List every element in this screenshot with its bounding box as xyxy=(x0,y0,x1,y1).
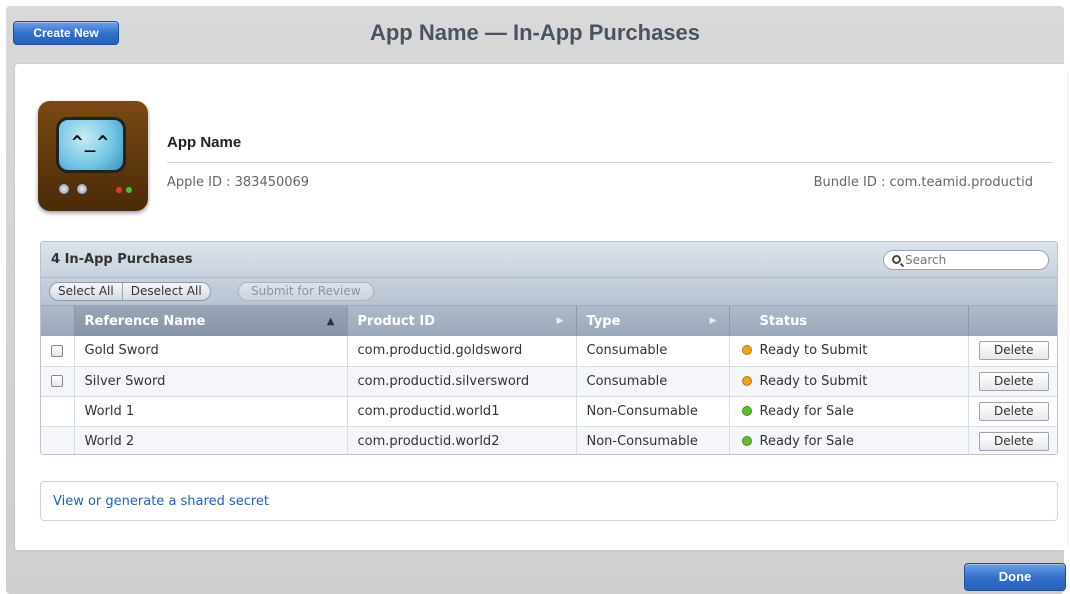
divider xyxy=(167,162,1053,163)
bundle-id: Bundle ID : com.teamid.productid xyxy=(813,175,1033,190)
app-icon-face: ^_^ xyxy=(71,132,111,153)
row-select-cell xyxy=(41,426,75,454)
table-column-headers: Reference Name ▲ Product ID ▶ Type ▶ Status xyxy=(41,306,1057,336)
action-cell: Delete xyxy=(968,396,1057,427)
type-cell: Non-Consumable xyxy=(576,396,730,427)
status-cell: Ready to Submit xyxy=(729,366,969,397)
red-led-icon xyxy=(116,187,122,193)
status-cell: Ready for Sale xyxy=(729,396,969,427)
action-cell: Delete xyxy=(968,426,1057,454)
selection-segmented-control: Select All Deselect All xyxy=(49,282,211,301)
content-panel: ^_^ App Name Apple ID : 383450069 Bundle… xyxy=(15,64,1067,550)
status-cell: Ready for Sale xyxy=(729,426,969,454)
app-name: App Name xyxy=(167,134,242,151)
done-button[interactable]: Done xyxy=(964,563,1066,591)
row-checkbox[interactable] xyxy=(51,344,64,357)
app-icon-screen: ^_^ xyxy=(56,117,126,173)
status-label: Ready for Sale xyxy=(759,403,854,419)
status-dot-icon xyxy=(741,405,752,416)
app-icon: ^_^ xyxy=(38,101,148,211)
reference-name-cell: Gold Sword xyxy=(74,336,348,367)
deselect-all-button[interactable]: Deselect All xyxy=(121,283,210,300)
status-label: Ready to Submit xyxy=(759,343,868,359)
status-cell: Ready to Submit xyxy=(729,336,969,367)
shared-secret-box: View or generate a shared secret xyxy=(40,481,1058,521)
status-label: Ready to Submit xyxy=(759,373,868,389)
window-frame: Create New App Name — In-App Purchases ^… xyxy=(6,6,1067,594)
purchase-count: 4 In-App Purchases xyxy=(51,252,193,267)
table-header-bar: 4 In-App Purchases Search xyxy=(41,242,1057,278)
search-icon xyxy=(892,255,901,264)
column-header-select xyxy=(41,306,75,336)
delete-button[interactable]: Delete xyxy=(978,431,1049,451)
row-select-cell xyxy=(41,396,75,427)
status-label: Ready for Sale xyxy=(759,433,854,449)
reference-name-cell: World 1 xyxy=(74,396,348,427)
delete-button[interactable]: Delete xyxy=(978,401,1049,421)
sort-ascending-icon: ▲ xyxy=(326,316,335,327)
page-title: App Name — In-App Purchases xyxy=(369,20,701,45)
action-cell: Delete xyxy=(968,366,1057,397)
reference-name-cell: World 2 xyxy=(74,426,348,454)
product-id-cell: com.productid.silversword xyxy=(347,366,577,397)
status-dot-icon xyxy=(741,375,752,386)
select-all-button[interactable]: Select All xyxy=(50,283,122,300)
purchases-table: Reference Name ▲ Product ID ▶ Type ▶ Status… xyxy=(41,306,1057,454)
status-dot-icon xyxy=(741,345,752,356)
column-header-actions xyxy=(968,306,1057,336)
shared-secret-link[interactable]: View or generate a shared secret xyxy=(53,494,269,509)
action-cell: Delete xyxy=(968,336,1057,367)
delete-button[interactable]: Delete xyxy=(978,341,1049,361)
table-row[interactable]: Silver Sword com.productid.silversword Con… xyxy=(41,366,1057,397)
sort-arrow-icon: ▶ xyxy=(556,316,564,326)
product-id-cell: com.productid.goldsword xyxy=(347,336,577,367)
delete-button[interactable]: Delete xyxy=(978,371,1049,391)
apple-id: Apple ID : 383450069 xyxy=(167,175,310,190)
table-row[interactable]: World 1 com.productid.world1 Non-Consumabl… xyxy=(41,396,1057,427)
product-id-cell: com.productid.world2 xyxy=(347,426,577,454)
knob-icon xyxy=(76,183,88,195)
table-toolbar: Select All Deselect All Submit for Revie… xyxy=(41,278,1057,306)
sort-arrow-icon: ▶ xyxy=(709,316,717,326)
type-cell: Consumable xyxy=(576,366,730,397)
product-id-cell: com.productid.world1 xyxy=(347,396,577,427)
type-cell: Consumable xyxy=(576,336,730,367)
green-led-icon xyxy=(126,187,132,193)
search-input[interactable]: Search xyxy=(883,250,1049,270)
table-row[interactable]: Gold Sword com.productid.goldsword Consuma… xyxy=(41,336,1057,367)
search-placeholder: Search xyxy=(905,253,947,267)
row-select-cell xyxy=(41,366,75,397)
row-checkbox[interactable] xyxy=(51,375,64,387)
row-select-cell xyxy=(41,336,75,367)
type-cell: Non-Consumable xyxy=(576,426,730,454)
purchases-table-container: 4 In-App Purchases Search Select All Des… xyxy=(40,241,1058,455)
column-header-product-id[interactable]: Product ID ▶ xyxy=(347,306,577,336)
submit-for-review-button[interactable]: Submit for Review xyxy=(238,282,374,301)
column-header-type[interactable]: Type ▶ xyxy=(576,306,730,336)
status-dot-icon xyxy=(741,435,752,446)
reference-name-cell: Silver Sword xyxy=(74,366,348,397)
column-header-reference-name[interactable]: Reference Name ▲ xyxy=(74,306,348,336)
knob-icon xyxy=(58,183,70,195)
column-header-status[interactable]: Status xyxy=(729,306,969,336)
table-row[interactable]: World 2 com.productid.world2 Non-Consumabl… xyxy=(41,426,1057,454)
